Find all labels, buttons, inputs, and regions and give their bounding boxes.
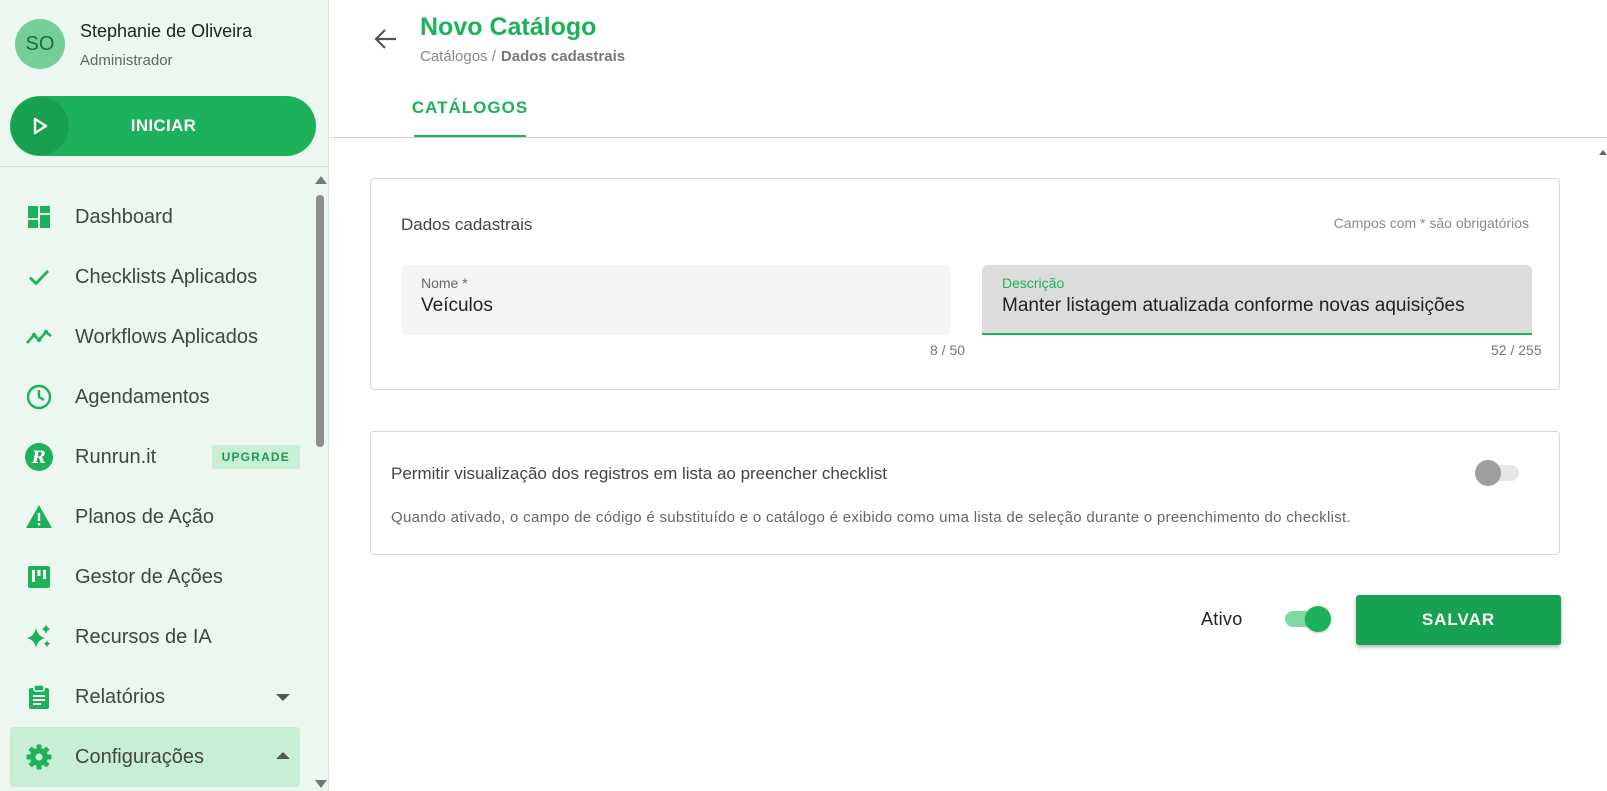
- sidebar-item-configuracoes[interactable]: Configurações: [10, 727, 300, 787]
- start-button[interactable]: INICIAR: [10, 96, 316, 156]
- sidebar-divider: [0, 166, 329, 167]
- scroll-up-arrow-icon[interactable]: [315, 176, 327, 184]
- sidebar: SO Stephanie de Oliveira Administrador I…: [0, 0, 329, 791]
- app-root: SO Stephanie de Oliveira Administrador I…: [0, 0, 1607, 791]
- sidebar-item-label: Recursos de IA: [75, 625, 212, 648]
- arrow-left-icon: [374, 29, 396, 49]
- warning-icon: [25, 503, 53, 531]
- option-title: Permitir visualização dos registros em l…: [391, 464, 888, 483]
- name-field[interactable]: Nome * Veículos: [401, 265, 951, 335]
- scroll-down-arrow-icon[interactable]: [315, 780, 327, 788]
- description-field[interactable]: Descrição Manter listagem atualizada con…: [982, 265, 1532, 335]
- tabs-divider: [330, 137, 1607, 138]
- dashboard-icon: [25, 203, 53, 231]
- sidebar-item-label: Workflows Aplicados: [75, 325, 259, 348]
- tab-catalogos[interactable]: CATÁLOGOS: [412, 80, 527, 138]
- chevron-up-icon[interactable]: [276, 752, 290, 759]
- description-counter: 52 / 255: [1491, 342, 1542, 358]
- avatar[interactable]: SO: [15, 19, 65, 69]
- gear-icon: [25, 743, 53, 771]
- play-icon: [11, 97, 69, 155]
- sidebar-item-label: Agendamentos: [75, 385, 210, 408]
- user-name: Stephanie de Oliveira: [80, 21, 253, 41]
- sidebar-item-runrun[interactable]: R Runrun.it UPGRADE: [10, 427, 300, 487]
- registration-card: Dados cadastrais Campos com * são obriga…: [370, 178, 1560, 390]
- list-view-toggle[interactable]: [1475, 459, 1521, 486]
- user-profile[interactable]: SO Stephanie de Oliveira Administrador: [15, 19, 252, 71]
- sidebar-nav: Dashboard Checklists Aplicados Workflows…: [10, 187, 300, 787]
- trending-icon: [25, 323, 53, 351]
- section-title: Dados cadastrais: [401, 215, 533, 234]
- toggle-knob: [1475, 460, 1501, 486]
- sparkle-icon: [25, 623, 53, 651]
- sidebar-item-label: Runrun.it: [75, 445, 157, 468]
- clock-icon: [25, 383, 53, 411]
- active-toggle[interactable]: [1285, 605, 1333, 633]
- chevron-down-icon[interactable]: [276, 694, 290, 701]
- user-role: Administrador: [80, 52, 173, 69]
- sidebar-item-checklists[interactable]: Checklists Aplicados: [10, 247, 300, 307]
- breadcrumb-parent[interactable]: Catálogos /: [420, 48, 496, 65]
- scroll-up-arrow-icon[interactable]: [1599, 150, 1607, 155]
- required-note: Campos com * são obrigatórios: [1333, 215, 1529, 231]
- sidebar-scrollbar[interactable]: [313, 173, 327, 791]
- description-input[interactable]: Manter listagem atualizada conforme nova…: [1002, 295, 1512, 317]
- option-description: Quando ativado, o campo de código é subs…: [391, 509, 1351, 526]
- back-button[interactable]: [370, 23, 402, 55]
- breadcrumb-current: Dados cadastrais: [500, 48, 626, 65]
- name-input[interactable]: Veículos: [421, 295, 931, 317]
- sidebar-item-relatorios[interactable]: Relatórios: [10, 667, 300, 727]
- sidebar-item-label: Configurações: [75, 745, 204, 768]
- svg-text:R: R: [31, 448, 46, 468]
- runrun-icon: R: [25, 443, 53, 471]
- sidebar-item-label: Dashboard: [75, 205, 173, 228]
- check-icon: [25, 263, 53, 291]
- upgrade-badge[interactable]: UPGRADE: [211, 445, 300, 469]
- list-view-option-card: Permitir visualização dos registros em l…: [370, 431, 1560, 555]
- sidebar-item-label: Checklists Aplicados: [75, 265, 258, 288]
- page-title: Novo Catálogo: [420, 13, 597, 41]
- sidebar-item-gestor[interactable]: Gestor de Ações: [10, 547, 300, 607]
- main-content: Novo Catálogo Catálogos / Dados cadastrai…: [330, 0, 1607, 791]
- sidebar-item-agendamentos[interactable]: Agendamentos: [10, 367, 300, 427]
- save-button[interactable]: SALVAR: [1356, 595, 1561, 645]
- sidebar-item-workflows[interactable]: Workflows Aplicados: [10, 307, 300, 367]
- user-info: Stephanie de Oliveira Administrador: [80, 19, 252, 69]
- sidebar-item-ia[interactable]: Recursos de IA: [10, 607, 300, 667]
- scroll-thumb[interactable]: [316, 195, 324, 447]
- sidebar-item-label: Gestor de Ações: [75, 565, 223, 588]
- sidebar-item-planos[interactable]: Planos de Ação: [10, 487, 300, 547]
- name-label: Nome *: [421, 275, 468, 291]
- sidebar-item-label: Planos de Ação: [75, 505, 214, 528]
- kanban-icon: [25, 563, 53, 591]
- description-label: Descrição: [1002, 275, 1065, 291]
- start-button-label: INICIAR: [130, 116, 197, 135]
- name-counter: 8 / 50: [930, 342, 966, 358]
- active-label: Ativo: [1201, 609, 1243, 629]
- sidebar-item-dashboard[interactable]: Dashboard: [10, 187, 300, 247]
- clipboard-icon: [25, 683, 53, 711]
- sidebar-item-label: Relatórios: [75, 685, 166, 708]
- toggle-knob: [1305, 606, 1331, 632]
- breadcrumb: Catálogos / Dados cadastrais: [420, 48, 625, 65]
